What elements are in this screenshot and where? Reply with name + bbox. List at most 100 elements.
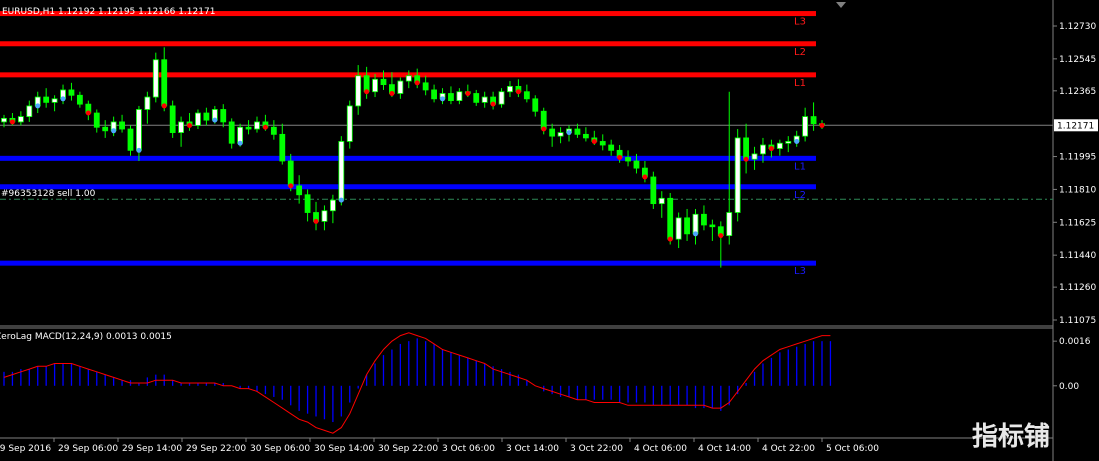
time-label: 4 Oct 06:00: [634, 444, 687, 454]
candle-body: [760, 144, 766, 155]
time-label: 29 Sep 06:00: [58, 444, 118, 454]
candle-body: [127, 128, 134, 151]
candle-body: [481, 96, 488, 103]
candle-body: [532, 98, 539, 112]
signal-dot: [743, 156, 749, 162]
signal-dot: [515, 89, 521, 95]
signal-dot: [161, 103, 167, 109]
signal-dot: [35, 103, 41, 109]
candle-body: [422, 82, 429, 91]
time-label: 30 Sep 06:00: [250, 444, 310, 454]
level-label: L1: [794, 78, 806, 89]
signal-dot: [718, 233, 724, 239]
candle-body: [726, 212, 733, 237]
candle-body: [456, 91, 463, 102]
candle-body: [51, 98, 58, 103]
signal-dot: [212, 117, 218, 123]
candle-body: [650, 176, 657, 205]
pivot-levels: L3L2L1L1L2L3: [0, 11, 816, 277]
symbol-header: EURUSD,H1 1.12192 1.12195 1.12166 1.1217…: [2, 7, 215, 17]
signal-dot: [541, 126, 547, 132]
trading-chart[interactable]: L3L2L1L1L2L3 #96353128 sell 1.00 1.12730…: [0, 0, 1099, 461]
candle-body: [625, 157, 631, 162]
candle-body: [136, 109, 142, 151]
time-label: 3 Oct 06:00: [442, 444, 495, 454]
candle-body: [1, 117, 7, 123]
candle-body: [43, 96, 50, 103]
signal-dot: [136, 147, 142, 153]
candle-body: [810, 116, 817, 125]
time-label: 5 Oct 06:00: [826, 444, 879, 454]
candle-body: [540, 110, 547, 130]
price-label: 1.11260: [1059, 283, 1096, 293]
candle-body: [599, 141, 606, 146]
candle-body: [380, 78, 387, 86]
current-price-label: 1.12171: [1057, 121, 1094, 131]
candle-body: [675, 217, 682, 240]
candle-body: [574, 128, 581, 135]
candle-body: [785, 141, 792, 144]
candle-body: [296, 185, 303, 196]
candle-body: [701, 213, 707, 226]
signal-dot: [440, 96, 446, 102]
candle-body: [220, 109, 227, 123]
candle-body: [751, 153, 758, 160]
candle-body: [161, 59, 168, 107]
candle-body: [195, 112, 201, 126]
candle-body: [321, 210, 328, 222]
candle-body: [582, 133, 589, 139]
candle-body: [473, 93, 480, 103]
price-label: 1.12365: [1059, 87, 1096, 97]
candle-body: [304, 194, 311, 213]
signal-dot: [389, 90, 395, 96]
time-label: 29 Sep 14:00: [122, 444, 182, 454]
signal-dot: [111, 128, 117, 134]
candle-body: [93, 112, 100, 128]
candle-body: [523, 91, 530, 100]
candle-body: [245, 126, 252, 130]
candle-body: [658, 197, 665, 205]
level-line-l3: [0, 260, 816, 266]
signal-dot: [819, 122, 825, 128]
signal-dot: [414, 80, 420, 86]
candle-body: [448, 93, 454, 102]
candle-body: [667, 197, 674, 240]
candle-body: [633, 160, 640, 169]
candle-body: [329, 199, 336, 212]
candle-body: [279, 133, 286, 162]
candle-body: [802, 116, 809, 137]
signal-dot: [768, 146, 774, 152]
candle-body: [68, 89, 75, 96]
price-label: 1.11075: [1059, 316, 1096, 326]
price-label: 1.11810: [1059, 185, 1096, 195]
candle-body: [228, 121, 235, 144]
macd-axis-label: 0.0016: [1059, 337, 1091, 347]
time-axis[interactable]: 29 Sep 2016 29 Sep 06:00 29 Sep 14:00 29 Se…: [0, 438, 879, 454]
signal-dot: [237, 140, 243, 146]
time-label: 4 Oct 14:00: [698, 444, 751, 454]
signal-dot: [262, 124, 268, 130]
candle-body: [431, 89, 437, 100]
macd-title: ZeroLag MACD(12,24,9) 0.0013 0.0015: [0, 332, 172, 342]
price-axis[interactable]: 1.12730 1.12545 1.12365 1.12171 1.11995 1.118…: [1053, 22, 1098, 326]
signal-dot: [617, 154, 623, 160]
candle-body: [102, 126, 109, 132]
chart-shift-marker[interactable]: [836, 2, 846, 8]
signal-dot: [313, 218, 319, 224]
signal-dot: [60, 96, 66, 102]
signal-dot: [85, 110, 91, 116]
level-line-l2: [0, 184, 816, 190]
signal-dot: [288, 183, 294, 189]
candle-body: [692, 213, 699, 235]
candle-body: [684, 217, 690, 235]
candle-body: [734, 137, 741, 213]
time-label: 4 Oct 22:00: [762, 444, 815, 454]
signal-dot: [338, 197, 344, 203]
signal-dot: [566, 130, 572, 136]
signal-dot: [642, 174, 648, 180]
time-label: 29 Sep 2016: [0, 444, 51, 454]
time-label: 30 Sep 14:00: [314, 444, 374, 454]
signal-dot: [187, 122, 193, 128]
macd-axis-label: 0.00: [1059, 382, 1079, 392]
candle-body: [178, 121, 184, 133]
